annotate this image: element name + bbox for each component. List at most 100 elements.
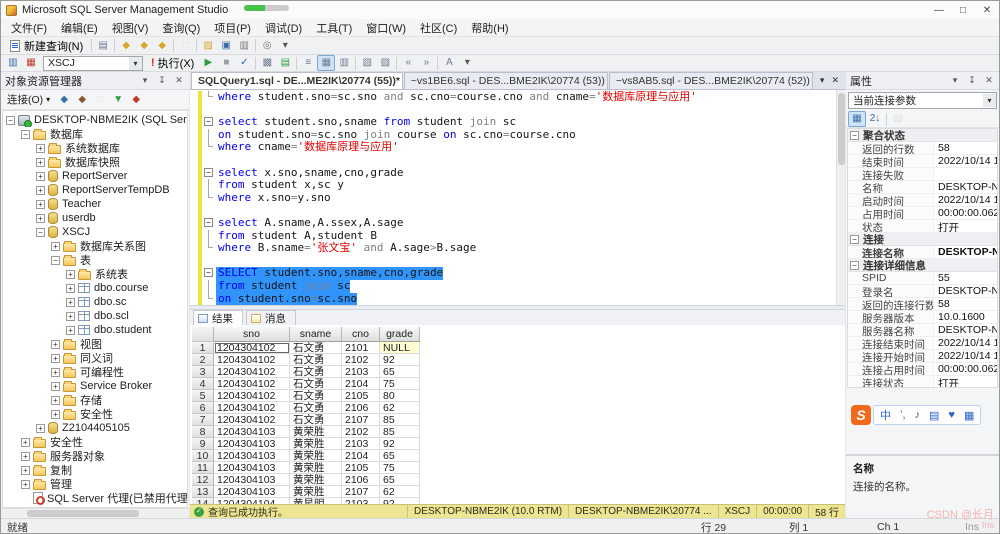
properties-object-combobox[interactable]: 当前连接参数 ▾ <box>848 92 997 109</box>
property-section-header[interactable]: −连接详细信息 <box>848 259 997 272</box>
grid-cell[interactable]: 65 <box>380 474 420 486</box>
print-icon[interactable]: ▥ <box>235 38 253 54</box>
property-row[interactable]: 服务器版本10.0.1600 <box>848 311 997 324</box>
sql-editor[interactable]: where student.sno=sc.sno and sc.cno=cour… <box>190 90 845 305</box>
tree-item[interactable]: +Service Broker <box>3 379 187 393</box>
grid-cell[interactable]: 1204304102 <box>214 402 290 414</box>
grid-cell[interactable]: 92 <box>380 438 420 450</box>
expander-icon[interactable]: + <box>66 270 75 279</box>
property-row[interactable]: 返回的连接行数58 <box>848 298 997 311</box>
grid-cell[interactable]: 85 <box>380 414 420 426</box>
toolbar2-overflow-icon[interactable]: ▾ <box>458 55 476 71</box>
ime-toolbox-icon[interactable]: ▦ <box>964 409 974 422</box>
grid-column-header[interactable]: sname <box>290 327 342 342</box>
grid-cell[interactable]: 2101 <box>342 342 380 354</box>
pin-icon[interactable]: ↧ <box>966 75 978 86</box>
ime-keyboard-icon[interactable]: ▤ <box>929 409 939 422</box>
menu-item-7[interactable]: 工具(T) <box>309 18 359 38</box>
paste-icon[interactable]: □ <box>176 38 194 54</box>
grid-column-header[interactable]: grade <box>380 327 420 342</box>
tree-item[interactable]: −DESKTOP-NBME2IK (SQL Server 10.0.160 <box>3 113 187 127</box>
grid-row-number[interactable]: 2 <box>192 354 214 366</box>
grid-row-number[interactable]: 7 <box>192 414 214 426</box>
grid-cell[interactable]: 92 <box>380 354 420 366</box>
grid-row-number[interactable]: 5 <box>192 390 214 402</box>
property-value[interactable]: 58 <box>934 298 997 310</box>
grid-cell[interactable]: 黄荣胜 <box>290 426 342 438</box>
stop-oe-icon[interactable]: □ <box>91 92 109 108</box>
tree-item[interactable]: +管理 <box>3 477 187 491</box>
tree-item[interactable]: +Teacher <box>3 197 187 211</box>
grid-cell[interactable]: 石文勇 <box>290 390 342 402</box>
expander-icon[interactable]: − <box>36 228 45 237</box>
property-value[interactable]: 58 <box>934 142 997 154</box>
ime-punct-icon[interactable]: ’, <box>900 409 906 421</box>
tree-item[interactable]: −数据库 <box>3 127 187 141</box>
parse-icon[interactable]: ✓ <box>235 55 253 71</box>
grid-cell[interactable]: 1204304102 <box>214 378 290 390</box>
template-params-icon[interactable]: A <box>440 55 458 71</box>
alphabetical-icon[interactable]: 2↓ <box>866 111 884 127</box>
tree-item[interactable]: +可编程性 <box>3 365 187 379</box>
property-pages-icon[interactable]: ▤ <box>889 111 907 127</box>
close-panel-icon[interactable]: ✕ <box>173 75 185 86</box>
menu-item-2[interactable]: 编辑(E) <box>54 18 105 38</box>
grid-cell[interactable]: 2103 <box>342 366 380 378</box>
expander-icon[interactable]: + <box>36 172 45 181</box>
tree-horizontal-scrollbar[interactable] <box>1 508 189 518</box>
expander-icon[interactable]: + <box>51 368 60 377</box>
property-value[interactable]: 2022/10/14 11:43:4 <box>934 337 997 349</box>
grid-cell[interactable]: 2104 <box>342 450 380 462</box>
grid-cell[interactable]: 黄荣胜 <box>290 450 342 462</box>
tab-list-icon[interactable]: ▾ <box>820 75 825 86</box>
new-query-button[interactable]: 新建查询(N) <box>4 36 89 56</box>
document-tab-3[interactable]: ~vs8AB5.sql - DES...BME2IK\20774 (52)) <box>609 72 813 89</box>
grid-cell[interactable]: 2102 <box>342 354 380 366</box>
grid-cell[interactable]: 黄荣胜 <box>290 474 342 486</box>
grid-cell[interactable]: 石文勇 <box>290 366 342 378</box>
tree-item[interactable]: +系统表 <box>3 267 187 281</box>
property-row[interactable]: 结束时间2022/10/14 11:43:4 <box>848 155 997 168</box>
scrollbar-thumb[interactable] <box>838 93 845 165</box>
property-value[interactable] <box>934 168 997 180</box>
grid-column-header[interactable]: cno <box>342 327 380 342</box>
close-button[interactable]: ✕ <box>980 5 994 16</box>
expander-icon[interactable]: + <box>21 480 30 489</box>
grid-cell[interactable]: 2106 <box>342 474 380 486</box>
expander-icon[interactable]: + <box>66 312 75 321</box>
expander-icon[interactable]: + <box>36 200 45 209</box>
property-row[interactable]: 连接占用时间00:00:00.062 <box>848 363 997 376</box>
sogou-logo-icon[interactable]: S <box>851 405 871 425</box>
ime-mic-icon[interactable]: ♪ <box>915 409 921 421</box>
grid-cell[interactable]: 1204304103 <box>214 438 290 450</box>
expander-icon[interactable]: + <box>66 298 75 307</box>
expander-icon[interactable]: + <box>36 214 45 223</box>
new-file-icon[interactable]: ▤ <box>94 38 112 54</box>
property-row[interactable]: 返回的行数58 <box>848 142 997 155</box>
menu-item-4[interactable]: 查询(Q) <box>155 18 207 38</box>
tree-item[interactable]: +同义词 <box>3 351 187 365</box>
property-row[interactable]: 名称DESKTOP-NBME2IK <box>848 181 997 194</box>
grid-cell[interactable]: 65 <box>380 366 420 378</box>
save-icon[interactable]: ▣ <box>217 38 235 54</box>
collapse-icon[interactable]: − <box>204 117 213 126</box>
collapse-icon[interactable]: − <box>850 235 859 244</box>
property-value[interactable]: DESKTOP-NBME2IK <box>934 246 997 258</box>
property-row[interactable]: 登录名DESKTOP-NBME2IK <box>848 285 997 298</box>
tree-item[interactable]: +复制 <box>3 463 187 477</box>
expander-icon[interactable]: + <box>51 340 60 349</box>
menu-item-3[interactable]: 视图(V) <box>105 18 156 38</box>
grid-row-number[interactable]: 4 <box>192 378 214 390</box>
menu-item-10[interactable]: 帮助(H) <box>464 18 515 38</box>
property-row[interactable]: 服务器名称DESKTOP-NBME2IK <box>848 324 997 337</box>
expander-icon[interactable]: + <box>36 424 45 433</box>
script-icon[interactable]: ◆ <box>127 92 145 108</box>
grid-cell[interactable]: 黄荣胜 <box>290 438 342 450</box>
tab-messages[interactable]: 消息 <box>246 310 296 325</box>
fold-margin[interactable]: − <box>202 167 216 180</box>
menu-item-1[interactable]: 文件(F) <box>4 18 54 38</box>
editor-vertical-scrollbar[interactable] <box>836 90 845 305</box>
fold-margin[interactable]: − <box>202 217 216 230</box>
grid-column-header[interactable]: sno <box>214 327 290 342</box>
property-value[interactable]: 00:00:00.062 <box>934 207 997 219</box>
